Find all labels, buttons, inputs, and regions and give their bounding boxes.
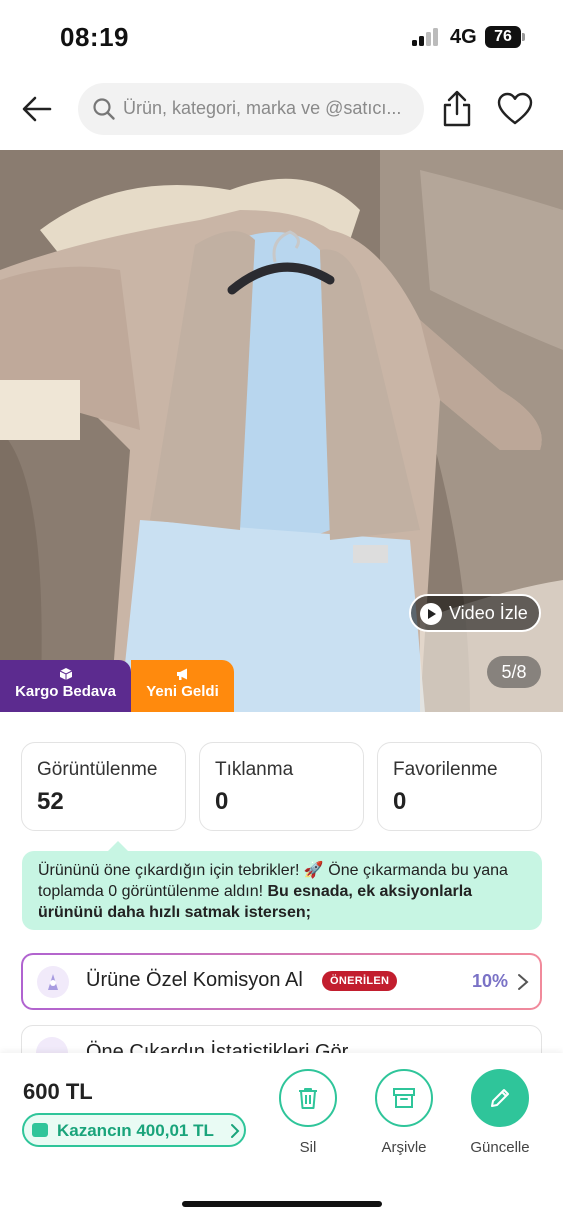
stat-value: 0 (215, 788, 229, 815)
delete-button[interactable] (279, 1069, 337, 1127)
chevron-right-icon (518, 974, 529, 990)
wallet-icon (32, 1123, 48, 1137)
promotion-info-message: Ürününü öne çıkardığın için tebrikler! 🚀… (22, 841, 542, 930)
new-arrival-label: Yeni Geldi (146, 683, 219, 700)
battery-icon: 76 (485, 26, 525, 48)
search-placeholder: Ürün, kategori, marka ve @satıcı... (123, 98, 402, 118)
back-button[interactable] (20, 94, 54, 124)
stat-clicks: Tıklanma 0 (199, 742, 364, 831)
bottom-action-bar: 600 TL Kazancın 400,01 TL Sil Arşivle Gü… (0, 1053, 563, 1219)
network-type: 4G (450, 26, 477, 48)
stat-value: 0 (393, 788, 407, 815)
free-shipping-label: Kargo Bedava (15, 683, 116, 700)
share-button[interactable] (440, 90, 474, 128)
commission-label: Ürüne Özel Komisyon Al (86, 969, 303, 991)
price: 600 TL (23, 1079, 93, 1104)
heart-icon (497, 92, 533, 125)
back-arrow-icon (22, 96, 52, 122)
photo-counter: 5/8 (487, 656, 541, 688)
earnings-button[interactable]: Kazancın 400,01 TL (22, 1113, 246, 1147)
stat-favorites: Favorilenme 0 (377, 742, 542, 831)
chevron-right-icon (231, 1124, 240, 1138)
product-photo[interactable]: Video İzle 5/8 (0, 150, 563, 712)
status-time: 08:19 (60, 22, 129, 52)
share-icon (443, 90, 471, 127)
update-label: Güncelle (470, 1139, 530, 1156)
search-input[interactable]: Ürün, kategori, marka ve @satıcı... (78, 83, 424, 135)
archive-label: Arşivle (381, 1139, 427, 1156)
search-icon (93, 98, 115, 120)
archive-button[interactable] (375, 1069, 433, 1127)
free-shipping-badge: Kargo Bedava (0, 660, 131, 712)
home-indicator (182, 1201, 382, 1207)
box-icon (59, 668, 72, 680)
earnings-label: Kazancın 400,01 TL (57, 1121, 214, 1140)
recommended-badge: ÖNERİLEN (322, 971, 398, 991)
update-button[interactable] (471, 1069, 529, 1127)
commission-action-row[interactable]: Ürüne Özel Komisyon Al ÖNERİLEN 10% (21, 953, 542, 1010)
megaphone-icon (176, 668, 187, 680)
new-arrival-badge: Yeni Geldi (131, 660, 234, 712)
stat-label: Favorilenme (393, 759, 498, 780)
delete-label: Sil (299, 1139, 317, 1156)
pencil-icon (491, 1089, 509, 1107)
commission-icon (37, 966, 69, 998)
video-label: Video İzle (449, 603, 528, 623)
trash-icon (299, 1088, 317, 1109)
status-bar: 08:19 4G 76 (0, 0, 563, 72)
stat-views: Görüntülenme 52 (21, 742, 186, 831)
stat-label: Tıklanma (215, 759, 294, 780)
stat-value: 52 (37, 788, 64, 815)
stat-label: Görüntülenme (37, 759, 158, 780)
favorite-button[interactable] (497, 92, 533, 126)
archive-icon (393, 1088, 415, 1108)
commission-percent: 10% (472, 971, 509, 991)
signal-icon (412, 28, 440, 46)
watch-video-button[interactable]: Video İzle (409, 594, 541, 632)
play-icon (420, 603, 442, 625)
top-header: Ürün, kategori, marka ve @satıcı... (0, 80, 563, 140)
